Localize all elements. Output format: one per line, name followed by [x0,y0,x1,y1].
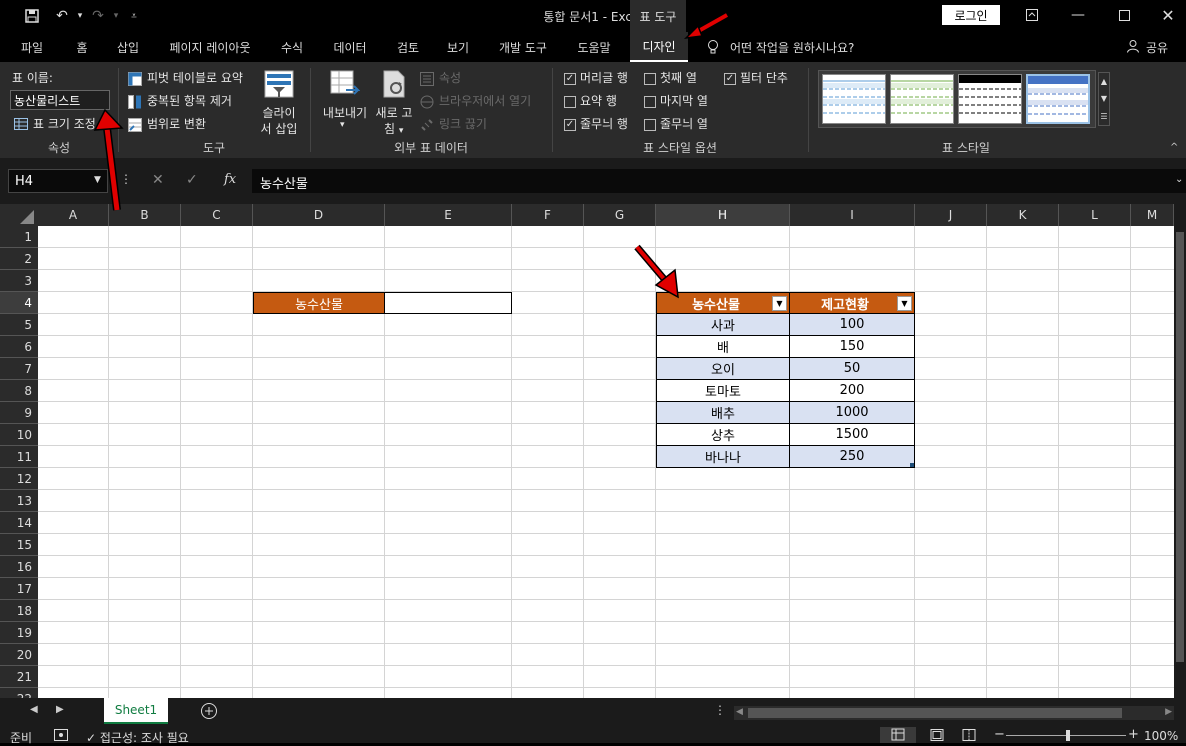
arrow-to-table-header [634,244,679,299]
annotation-arrows [93,11,729,299]
arrow-to-design-tab [683,11,729,40]
arrow-to-table-name [93,108,124,211]
